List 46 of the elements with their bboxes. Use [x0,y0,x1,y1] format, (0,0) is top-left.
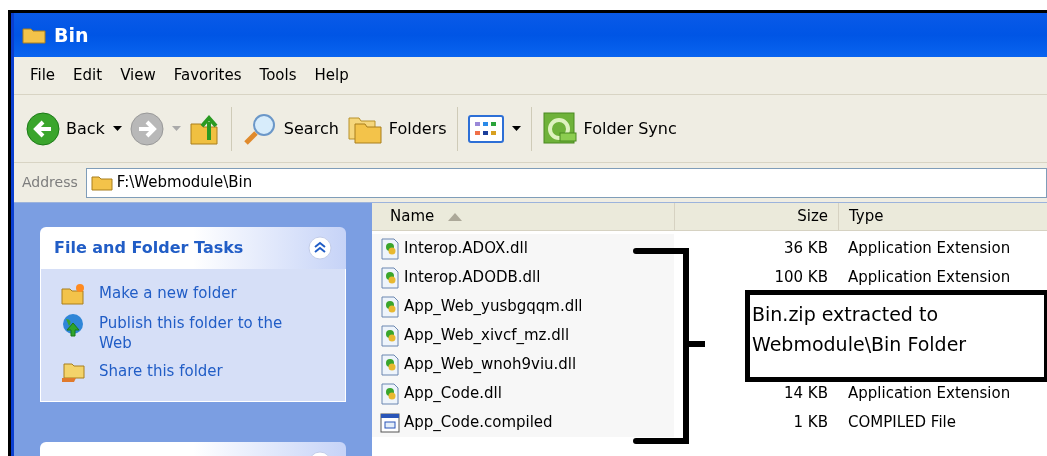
caret-icon [112,126,122,131]
sync-icon [541,110,578,147]
library-file-icon [380,295,400,318]
file-size: 14 KB [784,383,828,405]
column-heading[interactable]: Type [838,203,1047,230]
column-heading[interactable]: Name [372,203,674,230]
menu-item[interactable]: Help [306,64,357,87]
menu-item[interactable]: View [112,64,164,87]
task-link[interactable]: Publish this folder to the Web [99,313,309,353]
address-text: F:\Webmodule\Bin [116,172,253,194]
file-size: 100 KB [774,267,828,289]
search-button[interactable]: Search [237,106,343,151]
file-type: COMPILED File [848,413,956,432]
task-link[interactable]: Share this folder [99,361,309,381]
column-heading[interactable]: Size [674,203,838,230]
file-size: 1 KB [793,412,828,434]
file-type: Application Extension [848,384,1011,403]
library-file-icon [380,266,400,289]
menu-item[interactable]: Favorites [165,64,250,87]
file-type: Application Extension [848,239,1011,258]
new-folder-icon [61,283,85,305]
menu-item[interactable]: Tools [251,64,305,87]
folder-icon [90,174,113,191]
library-file-icon [380,353,400,376]
address-field[interactable]: F:\Webmodule\Bin [85,167,1047,198]
library-file-icon [380,237,400,260]
task-link[interactable]: Make a new folder [99,283,309,303]
library-file-icon [380,324,400,347]
caret-icon [511,126,521,131]
back-button[interactable]: Back [22,106,109,151]
menu-item[interactable]: File [22,64,64,87]
folders-button[interactable]: Folders [342,106,451,151]
window-file-icon [380,412,400,433]
file-size: 36 KB [784,238,828,260]
view-grid-icon [467,114,504,143]
sync-button[interactable]: Folder Sync [537,106,681,151]
menu-item[interactable]: Edit [65,64,111,87]
callout-text: Bin.zip extracted to Webmodule\Bin Folder [752,302,968,357]
shared-folder-icon [61,361,85,383]
pane-header[interactable]: File and Folder Tasks [40,227,346,269]
caret-icon [171,126,181,131]
window-title: Bin [54,22,89,48]
file-type: Application Extension [848,268,1011,287]
folder-icon [22,26,46,44]
library-file-icon [380,382,400,405]
address-label: Address [21,173,79,192]
